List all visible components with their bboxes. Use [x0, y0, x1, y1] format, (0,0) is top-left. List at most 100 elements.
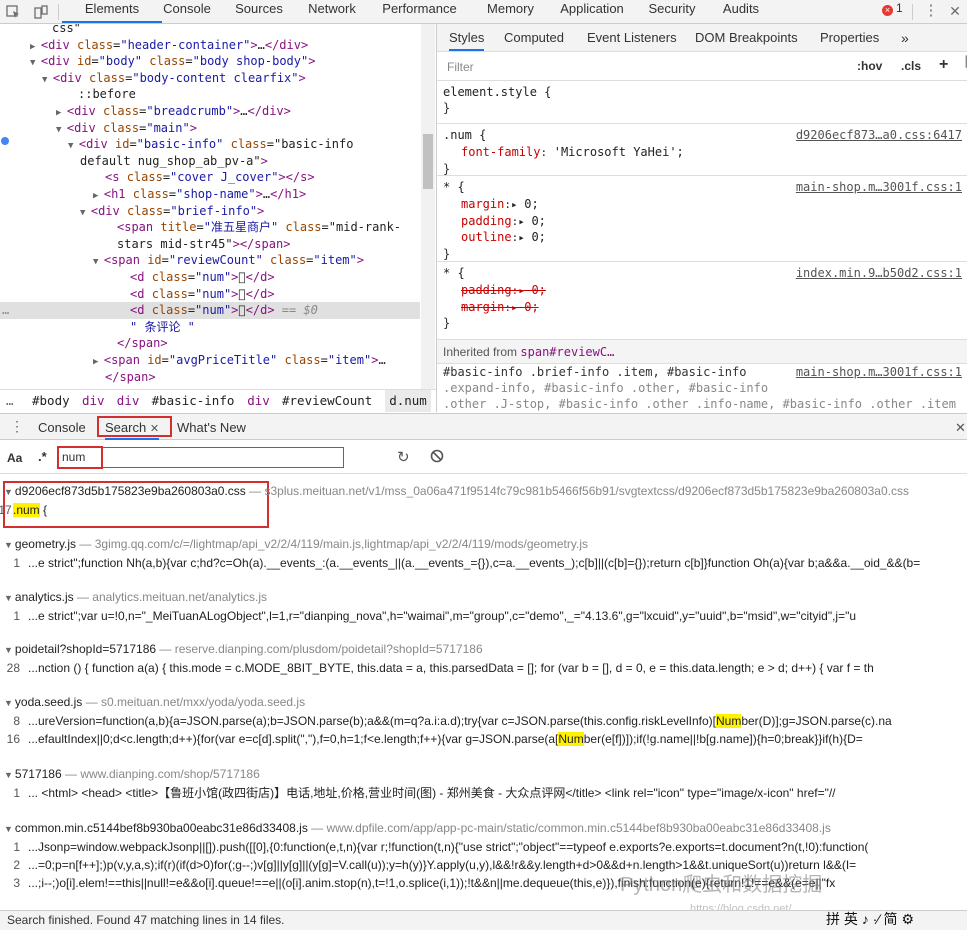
styles-tab-dom-breakpoints[interactable]: DOM Breakpoints: [695, 30, 798, 45]
refresh-icon[interactable]: ↻: [397, 448, 410, 466]
style-property[interactable]: margin:▸ 0;: [461, 196, 539, 214]
drawer-tab-console[interactable]: Console: [38, 420, 86, 435]
result-match-line[interactable]: 28 ...nction () { function a(a) { this.mo…: [0, 660, 874, 677]
expand-triangle-icon[interactable]: ▼: [42, 75, 53, 85]
styles-filter-input[interactable]: Filter: [447, 60, 474, 74]
result-match-line[interactable]: 1 ...e strict";var u=!0,n="_MeiTuanALogOb…: [0, 608, 856, 625]
result-file-header[interactable]: ▼ common.min.c5144bef8b930ba00eabc31e86d3…: [4, 820, 831, 838]
collapse-triangle-icon[interactable]: ▼: [4, 645, 13, 655]
dom-node-line[interactable]: <d class="num"></d>: [0, 269, 420, 286]
styles-sidebar-icon[interactable]: ▕: [959, 57, 967, 68]
collapse-triangle-icon[interactable]: ▼: [4, 824, 13, 834]
result-file-header[interactable]: ▼ poidetail?shopId=5717186 — reserve.dian…: [4, 641, 483, 659]
style-property[interactable]: padding:▸ 0;: [461, 213, 546, 231]
dom-node-line[interactable]: ::before: [0, 86, 420, 103]
rule-source-link[interactable]: d9206ecf873…a0.css:6417: [796, 127, 962, 144]
dom-node-line[interactable]: <s class="cover J_cover"></s>: [0, 169, 420, 186]
expand-triangle-icon[interactable]: ▼: [30, 58, 41, 68]
drawer-menu-icon[interactable]: ⋮: [10, 418, 24, 435]
result-match-line[interactable]: 6417.num {: [0, 502, 47, 519]
error-counter[interactable]: × 1: [882, 0, 903, 22]
styles-tab-computed[interactable]: Computed: [504, 30, 564, 45]
breadcrumb-item[interactable]: div: [247, 390, 270, 412]
tab-audits[interactable]: Audits: [712, 0, 770, 23]
expand-triangle-icon[interactable]: ▼: [56, 125, 67, 135]
dom-node-line[interactable]: <span title="准五星商户" class="mid-rank-: [0, 219, 420, 236]
result-file-header[interactable]: ▼ yoda.seed.js — s0.meituan.net/mxx/yoda/…: [4, 694, 305, 712]
dom-node-line[interactable]: default nug_shop_ab_pv-a">: [0, 153, 420, 170]
regex-button[interactable]: .*: [38, 449, 47, 464]
result-file-header[interactable]: ▼ d9206ecf873d5b175823e9ba260803a0.css — …: [4, 483, 909, 501]
expand-triangle-icon[interactable]: ▼: [80, 208, 91, 218]
class-toggle-button[interactable]: .cls: [901, 59, 921, 73]
expand-triangle-icon[interactable]: ▼: [93, 257, 104, 267]
dom-node-line[interactable]: ▼ <div class="brief-info">: [0, 203, 420, 220]
collapse-triangle-icon[interactable]: ▼: [4, 540, 13, 550]
dom-node-line[interactable]: ▶ <div class="breadcrumb">…</div>: [0, 103, 420, 120]
elements-tree[interactable]: css" ▶ <div class="header-container">…</d…: [0, 24, 420, 389]
more-options-icon[interactable]: ⋮: [920, 0, 942, 24]
collapse-triangle-icon[interactable]: ▼: [4, 487, 13, 497]
result-match-line[interactable]: 1 ...Jsonp=window.webpackJsonp||[]).push(…: [0, 839, 868, 856]
expand-triangle-icon[interactable]: ▶: [56, 108, 67, 118]
inherited-rule-source[interactable]: main-shop.m…3001f.css:1: [796, 364, 962, 381]
collapse-triangle-icon[interactable]: ▼: [4, 593, 13, 603]
match-case-button[interactable]: Aa: [7, 451, 22, 465]
hover-state-button[interactable]: :hov: [857, 59, 882, 73]
dom-node-line[interactable]: stars mid-str45"></span>: [0, 236, 420, 253]
tab-elements[interactable]: Elements: [62, 0, 162, 23]
tab-console[interactable]: Console: [155, 0, 219, 23]
dom-node-line[interactable]: ▶ <span id="avgPriceTitle" class="item">…: [0, 352, 420, 369]
breadcrumb-item[interactable]: div: [117, 390, 140, 412]
tab-network[interactable]: Network: [300, 0, 364, 23]
result-match-line[interactable]: 16 ...efaultIndex||0;d<c.length;d++){for(…: [0, 731, 863, 748]
more-tabs-icon[interactable]: »: [901, 30, 909, 46]
dom-node-line[interactable]: ▶ <div class="header-container">…</div>: [0, 37, 420, 54]
result-match-line[interactable]: 8 ...ureVersion=function(a,b){a=JSON.pars…: [0, 713, 892, 730]
tab-memory[interactable]: Memory: [474, 0, 547, 23]
drawer-tab-whats-new[interactable]: What's New: [177, 420, 246, 435]
collapse-triangle-icon[interactable]: ▼: [4, 698, 13, 708]
elements-scrollbar[interactable]: [421, 24, 435, 389]
result-match-line[interactable]: 1 ...e strict";function Nh(a,b){var c;hd?…: [0, 555, 920, 572]
dom-node-line[interactable]: … <d class="num"></d> == $0: [0, 302, 420, 320]
dom-node-line[interactable]: ▼ <div id="body" class="body shop-body">: [0, 53, 420, 70]
tab-application[interactable]: Application: [552, 0, 632, 23]
style-property[interactable]: font-family: 'Microsoft YaHei';: [461, 144, 684, 162]
result-file-header[interactable]: ▼ 5717186 — www.dianping.com/shop/5717186: [4, 766, 260, 784]
breadcrumb-item[interactable]: #body: [32, 390, 70, 412]
expand-triangle-icon[interactable]: ▶: [93, 191, 104, 201]
collapse-triangle-icon[interactable]: ▼: [4, 770, 13, 780]
style-property[interactable]: padding:▸ 0;: [461, 282, 546, 300]
clear-search-icon[interactable]: [430, 449, 444, 466]
styles-tab-styles[interactable]: Styles: [449, 30, 485, 51]
tab-security[interactable]: Security: [640, 0, 704, 23]
new-style-rule-icon[interactable]: +: [939, 56, 948, 74]
scrollbar-thumb[interactable]: [423, 134, 433, 189]
result-match-line[interactable]: 1 ... <html> <head> <title>【鲁班小馆(政四街店)】电话…: [0, 785, 835, 802]
expand-triangle-icon[interactable]: ▼: [68, 141, 79, 151]
styles-tab-event-listeners[interactable]: Event Listeners: [587, 30, 677, 45]
result-file-header[interactable]: ▼ geometry.js — 3gimg.qq.com/c/=/lightmap…: [4, 536, 588, 554]
dom-node-line[interactable]: ▼ <span id="reviewCount" class="item">: [0, 252, 420, 269]
inherited-element-link[interactable]: span#reviewC…: [520, 345, 614, 359]
rule-source-link[interactable]: index.min.9…b50d2.css:1: [796, 265, 962, 282]
tab-performance[interactable]: Performance: [372, 0, 467, 23]
rule-source-link[interactable]: main-shop.m…3001f.css:1: [796, 179, 962, 196]
inspect-element-icon[interactable]: [2, 0, 24, 24]
dom-node-line[interactable]: ▶ <h1 class="shop-name">…</h1>: [0, 186, 420, 203]
breadcrumb-item[interactable]: #reviewCount: [282, 390, 372, 412]
device-toolbar-icon[interactable]: [30, 0, 52, 24]
dom-node-line[interactable]: <d class="num"></d>: [0, 286, 420, 303]
dom-node-line[interactable]: ▼ <div id="basic-info" class="basic-info: [0, 136, 420, 153]
result-file-header[interactable]: ▼ analytics.js — analytics.meituan.net/an…: [4, 589, 267, 607]
styles-tab-properties[interactable]: Properties: [820, 30, 879, 45]
breadcrumb-item[interactable]: #basic-info: [152, 390, 235, 412]
tab-sources[interactable]: Sources: [228, 0, 290, 23]
breadcrumb-item[interactable]: d.num: [385, 390, 431, 412]
dom-node-line[interactable]: </span>: [0, 369, 420, 386]
close-devtools-icon[interactable]: ✕: [944, 0, 966, 24]
dom-node-line[interactable]: " 条评论 ": [0, 319, 420, 336]
style-property[interactable]: margin:▸ 0;: [461, 299, 539, 317]
dom-node-line[interactable]: css": [0, 24, 420, 37]
